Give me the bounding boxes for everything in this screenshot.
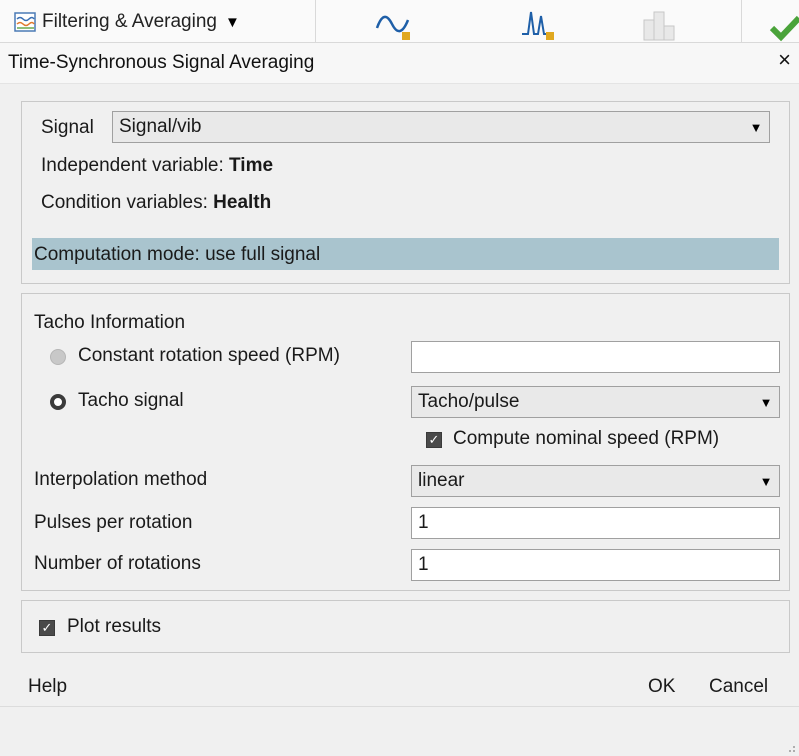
- chevron-down-icon: ▼: [224, 13, 240, 31]
- independent-variable-label: Independent variable:: [41, 155, 230, 176]
- filter-gallery-icon: [14, 12, 36, 32]
- condition-variables-value: Health: [213, 192, 272, 213]
- number-of-rotations-value: 1: [418, 554, 429, 575]
- condition-variables-text: Condition variables: Health: [41, 192, 271, 214]
- condition-variables-label: Condition variables:: [41, 192, 214, 213]
- cancel-button[interactable]: Cancel: [709, 676, 768, 698]
- computation-mode-text: Computation mode: use full signal: [34, 244, 321, 265]
- tacho-signal-label: Tacho signal: [78, 390, 184, 411]
- pulses-per-rotation-input[interactable]: 1: [411, 507, 780, 539]
- interpolation-method-value: linear: [418, 470, 465, 491]
- plot-panel: ✓ Plot results: [21, 600, 790, 653]
- dialog-titlebar: Time-Synchronous Signal Averaging ×: [0, 43, 799, 84]
- tacho-signal-value: Tacho/pulse: [418, 391, 520, 412]
- tacho-signal-dropdown[interactable]: Tacho/pulse ▼: [411, 386, 780, 418]
- signal-label: Signal: [41, 117, 94, 138]
- pulses-per-rotation-label: Pulses per rotation: [34, 512, 193, 533]
- dialog-title: Time-Synchronous Signal Averaging: [8, 52, 315, 73]
- rank-features-icon[interactable]: [640, 6, 680, 41]
- signal-dropdown[interactable]: Signal/vib ▼: [112, 111, 770, 143]
- filtering-averaging-dropdown[interactable]: Filtering & Averaging ▼: [14, 8, 240, 36]
- tacho-panel: Tacho Information Constant rotation spee…: [21, 293, 790, 591]
- number-of-rotations-input[interactable]: 1: [411, 549, 780, 581]
- compute-nominal-speed-label: Compute nominal speed (RPM): [453, 428, 720, 449]
- signal-dropdown-value: Signal/vib: [119, 116, 202, 137]
- ok-button[interactable]: OK: [648, 676, 675, 698]
- chevron-down-icon: ▼: [759, 473, 773, 489]
- resize-grip-icon[interactable]: [784, 741, 796, 753]
- spectrum-icon[interactable]: [520, 6, 560, 40]
- constant-speed-radio[interactable]: [50, 349, 66, 365]
- signal-trace-icon[interactable]: [374, 6, 414, 40]
- plot-results-checkbox[interactable]: ✓: [39, 620, 55, 636]
- constant-speed-label: Constant rotation speed (RPM): [78, 345, 340, 366]
- toolstrip-divider: [315, 0, 316, 42]
- compute-nominal-speed-checkbox[interactable]: ✓: [426, 432, 442, 448]
- chevron-down-icon: ▼: [749, 119, 763, 135]
- constant-speed-input[interactable]: [411, 341, 780, 373]
- interpolation-method-label: Interpolation method: [34, 469, 208, 490]
- plot-results-label: Plot results: [67, 616, 161, 637]
- toolstrip: Filtering & Averaging ▼: [0, 0, 799, 43]
- help-button[interactable]: Help: [28, 676, 67, 698]
- interpolation-method-dropdown[interactable]: linear ▼: [411, 465, 780, 497]
- checkmark-icon[interactable]: [768, 6, 799, 42]
- independent-variable-text: Independent variable: Time: [41, 155, 273, 177]
- close-icon[interactable]: ×: [778, 49, 791, 71]
- computation-mode-bar[interactable]: Computation mode: use full signal: [32, 238, 779, 270]
- tacho-signal-radio[interactable]: [50, 394, 66, 410]
- toolstrip-divider: [741, 0, 742, 42]
- filtering-averaging-label: Filtering & Averaging: [42, 11, 217, 32]
- signal-panel: Signal Signal/vib ▼ Independent variable…: [21, 101, 790, 284]
- status-divider: [0, 706, 799, 707]
- number-of-rotations-label: Number of rotations: [34, 553, 201, 574]
- chevron-down-icon: ▼: [759, 394, 773, 410]
- independent-variable-value: Time: [229, 155, 274, 176]
- pulses-per-rotation-value: 1: [418, 512, 429, 533]
- tacho-information-heading: Tacho Information: [34, 312, 186, 333]
